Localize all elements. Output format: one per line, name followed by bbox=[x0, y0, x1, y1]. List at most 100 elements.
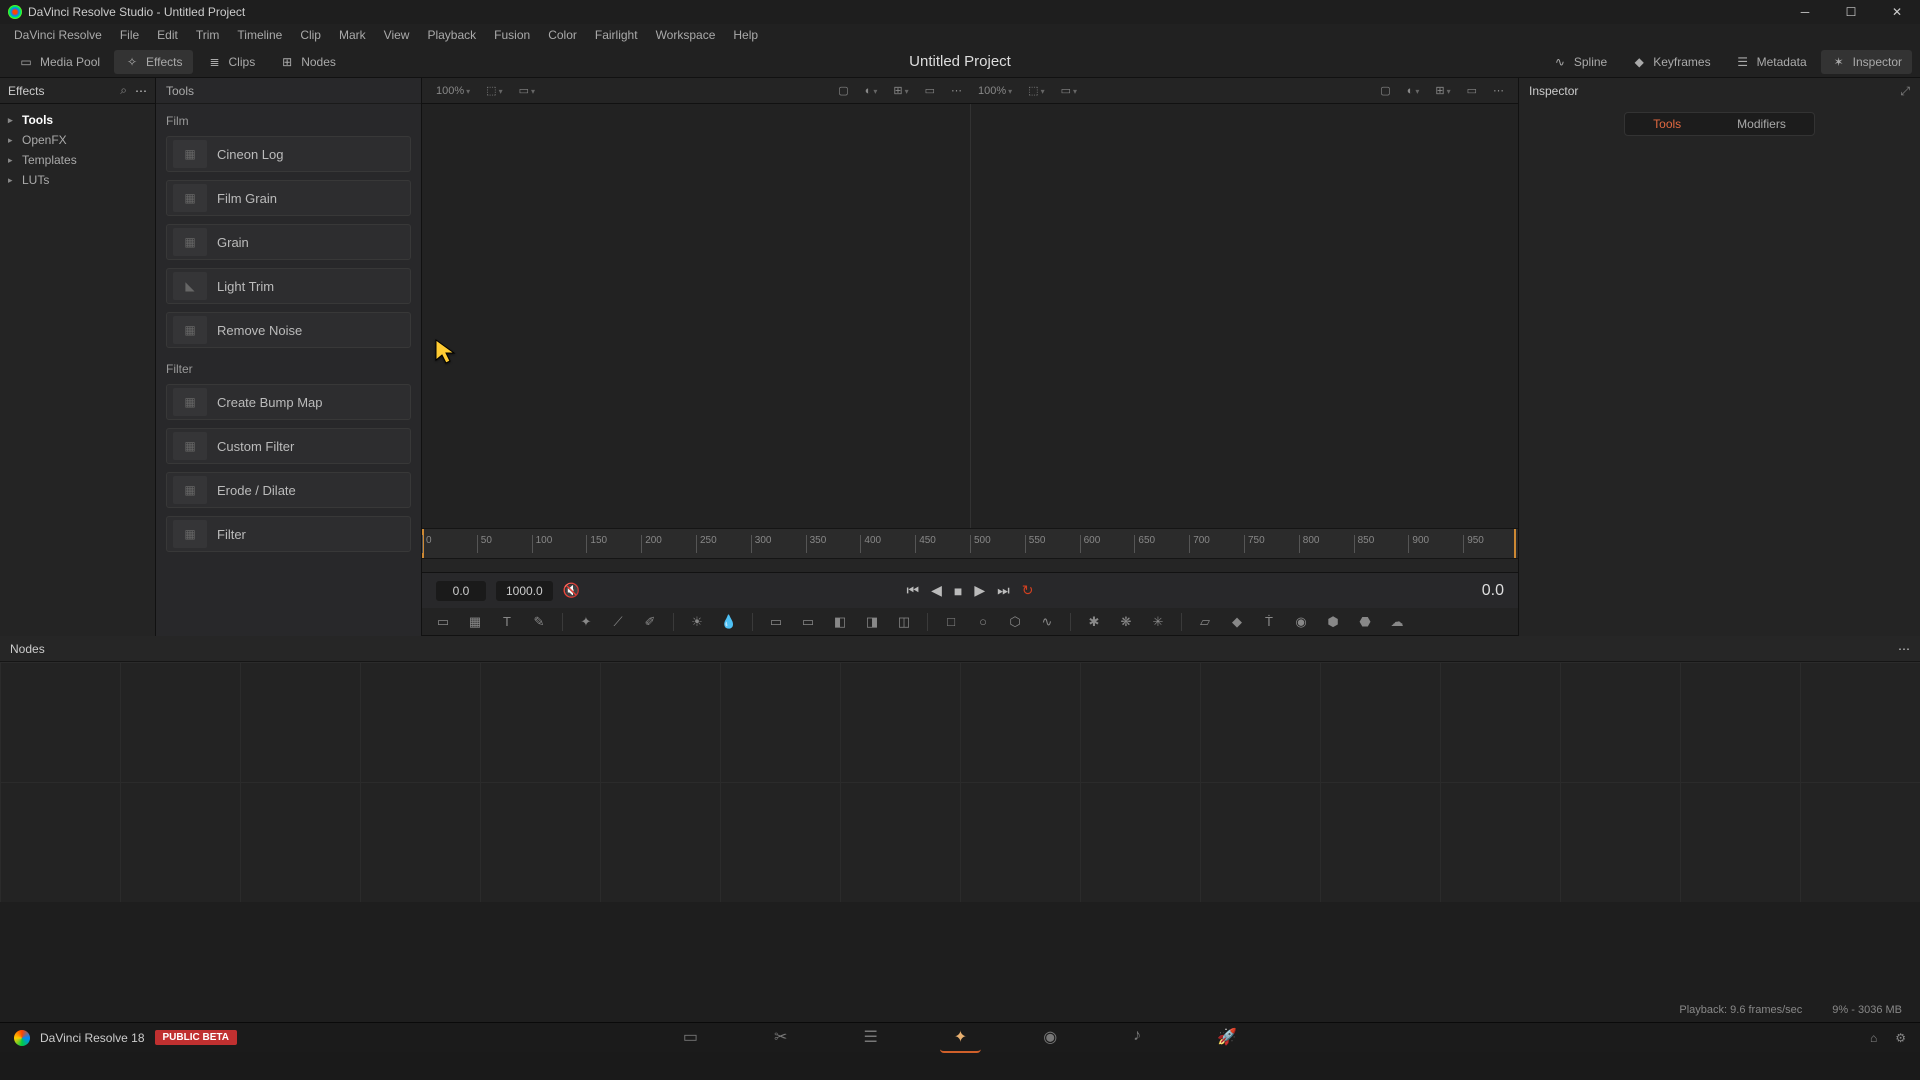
viewer-left-options[interactable] bbox=[945, 82, 968, 99]
frame-right-button[interactable]: ▭ bbox=[1461, 82, 1483, 99]
crop-tool-icon[interactable]: ◫ bbox=[895, 613, 913, 631]
grid-left-button[interactable]: ⊞ bbox=[887, 82, 914, 99]
media-page-button[interactable]: ▭ bbox=[669, 1023, 712, 1053]
tree-openfx[interactable]: ▸OpenFX bbox=[0, 130, 155, 150]
tool-light-trim[interactable]: ◣Light Trim bbox=[166, 268, 411, 304]
project-settings-button[interactable]: ⚙ bbox=[1895, 1031, 1906, 1045]
nodes-toolbar-button[interactable]: ⊞Nodes bbox=[269, 50, 346, 74]
viewer-right-options[interactable] bbox=[1487, 82, 1510, 99]
zoom-right[interactable]: 100% bbox=[972, 83, 1018, 99]
spline-button[interactable]: ∿Spline bbox=[1542, 50, 1617, 74]
view-b-button[interactable]: ▢ bbox=[1374, 82, 1396, 99]
ellipse-mask-icon[interactable]: ○ bbox=[974, 613, 992, 631]
rectangle-mask-icon[interactable]: □ bbox=[942, 613, 960, 631]
nodes-canvas[interactable] bbox=[0, 662, 1920, 902]
resize-tool-icon[interactable]: ◨ bbox=[863, 613, 881, 631]
effects-button[interactable]: ✧Effects bbox=[114, 50, 192, 74]
inspector-tab-tools[interactable]: Tools bbox=[1625, 113, 1709, 135]
ruler-scrollbar[interactable] bbox=[422, 558, 1518, 572]
camera3d-icon[interactable]: ◉ bbox=[1292, 613, 1310, 631]
color-picker-right[interactable]: ◐ bbox=[1401, 83, 1426, 99]
shape3d-icon[interactable]: ◆ bbox=[1228, 613, 1246, 631]
blur-tool-icon[interactable]: 💧 bbox=[720, 613, 738, 631]
options-icon[interactable] bbox=[135, 84, 147, 98]
play-button[interactable]: ▶ bbox=[974, 582, 985, 599]
viewer-left[interactable] bbox=[422, 104, 971, 528]
menu-color[interactable]: Color bbox=[540, 26, 585, 44]
tree-luts[interactable]: ▸LUTs bbox=[0, 170, 155, 190]
tool-filter[interactable]: ▦Filter bbox=[166, 516, 411, 552]
clips-button[interactable]: ≣Clips bbox=[197, 50, 266, 74]
menu-help[interactable]: Help bbox=[725, 26, 766, 44]
frame-left-button[interactable]: ▭ bbox=[919, 82, 941, 99]
minimize-button[interactable]: ─ bbox=[1782, 0, 1828, 24]
view-a-button[interactable]: ▢ bbox=[832, 82, 854, 99]
tool-custom-filter[interactable]: ▦Custom Filter bbox=[166, 428, 411, 464]
bspline-mask-icon[interactable]: ∿ bbox=[1038, 613, 1056, 631]
menu-view[interactable]: View bbox=[376, 26, 418, 44]
search-icon[interactable]: ⌕ bbox=[120, 83, 127, 98]
prender-tool-icon[interactable]: ❋ bbox=[1117, 613, 1135, 631]
matte-control-icon[interactable]: ▭ bbox=[799, 613, 817, 631]
menu-fairlight[interactable]: Fairlight bbox=[587, 26, 646, 44]
loop-button[interactable]: ↻ bbox=[1022, 582, 1034, 599]
fusion-page-button[interactable]: ✦ bbox=[940, 1023, 981, 1053]
layout-left-button[interactable]: ▭ bbox=[513, 82, 541, 99]
timecode-display[interactable]: 0.0 bbox=[1482, 582, 1504, 600]
maximize-button[interactable]: ☐ bbox=[1828, 0, 1874, 24]
tree-tools[interactable]: ▸Tools bbox=[0, 110, 155, 130]
time-ruler[interactable]: 0501001502002503003504004505005506006507… bbox=[422, 528, 1518, 558]
merge-tool-icon[interactable]: ▭ bbox=[767, 613, 785, 631]
brightness-tool-icon[interactable]: ☀ bbox=[688, 613, 706, 631]
menu-playback[interactable]: Playback bbox=[419, 26, 484, 44]
menu-timeline[interactable]: Timeline bbox=[229, 26, 290, 44]
tracker-tool-icon[interactable]: ✦ bbox=[577, 613, 595, 631]
color-page-button[interactable]: ◉ bbox=[1029, 1023, 1071, 1053]
transform-tool-icon[interactable]: ◧ bbox=[831, 613, 849, 631]
range-end-marker[interactable] bbox=[1514, 529, 1516, 558]
light-icon[interactable]: ☁ bbox=[1388, 613, 1406, 631]
tool-remove-noise[interactable]: ▦Remove Noise bbox=[166, 312, 411, 348]
image-plane-icon[interactable]: ▱ bbox=[1196, 613, 1214, 631]
menu-davinci-resolve[interactable]: DaVinci Resolve bbox=[6, 26, 110, 44]
tool-erode-dilate[interactable]: ▦Erode / Dilate bbox=[166, 472, 411, 508]
zoom-left[interactable]: 100% bbox=[430, 83, 476, 99]
paint-tool-icon[interactable]: ✎ bbox=[530, 613, 548, 631]
inspector-tab-modifiers[interactable]: Modifiers bbox=[1709, 113, 1814, 135]
tool-film-grain[interactable]: ▦Film Grain bbox=[166, 180, 411, 216]
tool-cineon-log[interactable]: ▦Cineon Log bbox=[166, 136, 411, 172]
step-back-button[interactable]: ◀ bbox=[931, 582, 942, 599]
text-tool-icon[interactable]: T bbox=[498, 613, 516, 631]
fit-left-button[interactable]: ⬚ bbox=[480, 82, 508, 99]
menu-trim[interactable]: Trim bbox=[188, 26, 228, 44]
particles-tool-icon[interactable]: ✱ bbox=[1085, 613, 1103, 631]
layout-right-button[interactable]: ▭ bbox=[1055, 82, 1083, 99]
menu-workspace[interactable]: Workspace bbox=[648, 26, 724, 44]
menu-file[interactable]: File bbox=[112, 26, 147, 44]
fastnoise-tool-icon[interactable]: ▦ bbox=[466, 613, 484, 631]
in-point-field[interactable]: 0.0 bbox=[436, 581, 486, 601]
planar-tool-icon[interactable]: ⟋ bbox=[609, 613, 627, 631]
close-button[interactable]: ✕ bbox=[1874, 0, 1920, 24]
nodes-options-icon[interactable] bbox=[1898, 642, 1910, 656]
fairlight-page-button[interactable]: ♪ bbox=[1119, 1023, 1155, 1053]
menu-fusion[interactable]: Fusion bbox=[486, 26, 538, 44]
background-tool-icon[interactable]: ▭ bbox=[434, 613, 452, 631]
cut-page-button[interactable]: ✂ bbox=[760, 1023, 801, 1053]
mute-button[interactable]: 🔇 bbox=[563, 582, 580, 599]
deliver-page-button[interactable]: 🚀 bbox=[1203, 1023, 1251, 1053]
edit-page-button[interactable]: ☰ bbox=[849, 1023, 891, 1053]
text3d-icon[interactable]: Ṫ bbox=[1260, 613, 1278, 631]
go-to-end-button[interactable]: ⏭ bbox=[997, 582, 1010, 599]
color-picker-left[interactable]: ◐ bbox=[859, 83, 884, 99]
grid-right-button[interactable]: ⊞ bbox=[1429, 82, 1456, 99]
menu-mark[interactable]: Mark bbox=[331, 26, 374, 44]
home-button[interactable]: ⌂ bbox=[1870, 1031, 1877, 1045]
merge3d-icon[interactable]: ⬢ bbox=[1324, 613, 1342, 631]
camera-tool-icon[interactable]: ✐ bbox=[641, 613, 659, 631]
expand-icon[interactable]: ⤢ bbox=[1900, 84, 1910, 99]
go-to-start-button[interactable]: ⏮ bbox=[907, 582, 920, 599]
out-point-field[interactable]: 1000.0 bbox=[496, 581, 553, 601]
menu-clip[interactable]: Clip bbox=[292, 26, 329, 44]
viewer-right[interactable] bbox=[971, 104, 1519, 528]
